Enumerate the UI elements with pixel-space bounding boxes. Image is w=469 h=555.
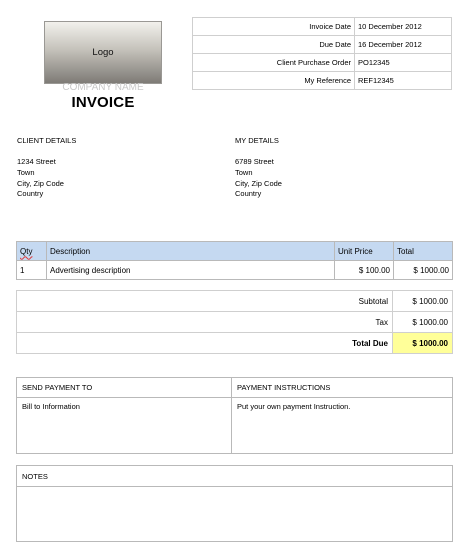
- item-total[interactable]: $ 1000.00: [393, 260, 453, 280]
- client-address-line[interactable]: 1234 Street: [17, 157, 64, 168]
- column-header-qty: Qty: [16, 241, 47, 261]
- table-row: 1 Advertising description $ 100.00 $ 100…: [16, 260, 453, 280]
- line-items-table: Qty Description Unit Price Total 1 Adver…: [16, 241, 453, 280]
- my-address-line[interactable]: Town: [235, 168, 282, 179]
- notes-header-row: NOTES: [16, 465, 453, 487]
- my-address-line[interactable]: Country: [235, 189, 282, 200]
- meta-label: Client Purchase Order: [192, 53, 355, 72]
- payment-instructions-heading: PAYMENT INSTRUCTIONS: [231, 377, 453, 398]
- meta-row-purchase-order: Client Purchase Order PO12345: [192, 53, 452, 72]
- meta-label: Invoice Date: [192, 17, 355, 36]
- payment-header-row: SEND PAYMENT TO PAYMENT INSTRUCTIONS: [16, 377, 453, 398]
- column-header-unit-price: Unit Price: [334, 241, 394, 261]
- total-due-row: Total Due $ 1000.00: [16, 332, 453, 354]
- column-header-description: Description: [46, 241, 335, 261]
- company-name: COMPANY NAME: [62, 82, 144, 93]
- client-address-line[interactable]: City, Zip Code: [17, 179, 64, 190]
- item-description[interactable]: Advertising description: [46, 260, 335, 280]
- notes-field[interactable]: [16, 486, 453, 542]
- client-details-block: 1234 Street Town City, Zip Code Country: [17, 157, 64, 200]
- my-address-line[interactable]: City, Zip Code: [235, 179, 282, 190]
- column-header-total: Total: [393, 241, 453, 261]
- send-payment-text[interactable]: Bill to Information: [16, 397, 232, 454]
- my-details-heading: MY DETAILS: [235, 136, 279, 145]
- meta-row-invoice-date: Invoice Date 10 December 2012: [192, 17, 452, 36]
- item-qty[interactable]: 1: [16, 260, 47, 280]
- my-details-block: 6789 Street Town City, Zip Code Country: [235, 157, 282, 200]
- subtotal-label: Subtotal: [16, 290, 393, 312]
- invoice-meta-table: Invoice Date 10 December 2012 Due Date 1…: [192, 17, 452, 90]
- my-address-line[interactable]: 6789 Street: [235, 157, 282, 168]
- meta-row-reference: My Reference REF12345: [192, 71, 452, 90]
- meta-value[interactable]: PO12345: [354, 53, 452, 72]
- meta-value[interactable]: REF12345: [354, 71, 452, 90]
- total-due-value[interactable]: $ 1000.00: [392, 332, 453, 354]
- logo-label: Logo: [92, 47, 114, 58]
- notes-table: NOTES: [16, 465, 453, 542]
- notes-body-row: [16, 486, 453, 542]
- notes-heading: NOTES: [16, 465, 453, 487]
- meta-label: Due Date: [192, 35, 355, 54]
- totals-table: Subtotal $ 1000.00 Tax $ 1000.00 Total D…: [16, 290, 453, 354]
- subtotal-value[interactable]: $ 1000.00: [392, 290, 453, 312]
- meta-value[interactable]: 10 December 2012: [354, 17, 452, 36]
- client-details-heading: CLIENT DETAILS: [17, 136, 77, 145]
- meta-row-due-date: Due Date 16 December 2012: [192, 35, 452, 54]
- line-items-header: Qty Description Unit Price Total: [16, 241, 453, 261]
- meta-value[interactable]: 16 December 2012: [354, 35, 452, 54]
- meta-label: My Reference: [192, 71, 355, 90]
- total-due-label: Total Due: [16, 332, 393, 354]
- subtotal-row: Subtotal $ 1000.00: [16, 290, 453, 312]
- item-unit-price[interactable]: $ 100.00: [334, 260, 394, 280]
- payment-table: SEND PAYMENT TO PAYMENT INSTRUCTIONS Bil…: [16, 377, 453, 454]
- invoice-title: INVOICE: [71, 94, 135, 111]
- send-payment-heading: SEND PAYMENT TO: [16, 377, 232, 398]
- tax-row: Tax $ 1000.00: [16, 311, 453, 333]
- company-logo: Logo: [44, 21, 162, 84]
- tax-label: Tax: [16, 311, 393, 333]
- payment-body-row: Bill to Information Put your own payment…: [16, 397, 453, 454]
- payment-instructions-text[interactable]: Put your own payment Instruction.: [231, 397, 453, 454]
- client-address-line[interactable]: Town: [17, 168, 64, 179]
- tax-value[interactable]: $ 1000.00: [392, 311, 453, 333]
- client-address-line[interactable]: Country: [17, 189, 64, 200]
